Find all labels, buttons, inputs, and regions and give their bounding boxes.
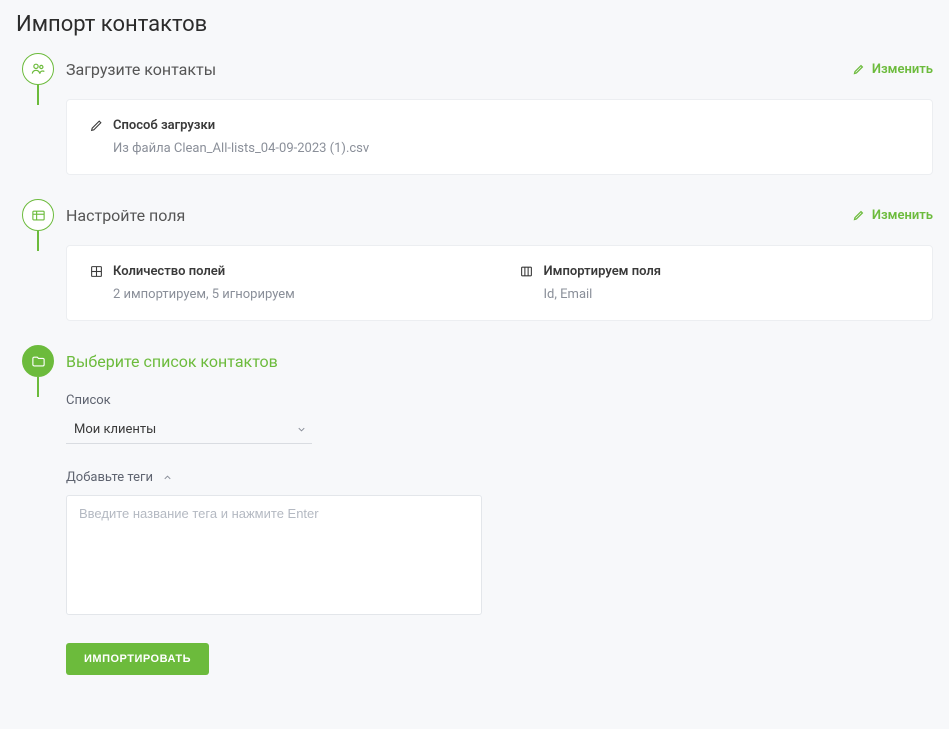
edit-icon bbox=[852, 208, 866, 222]
fields-summary-card: Количество полей 2 импортируем, 5 игнори… bbox=[66, 245, 933, 321]
columns-icon bbox=[520, 265, 534, 279]
step-rail bbox=[16, 199, 60, 251]
tags-input[interactable] bbox=[79, 506, 469, 521]
chevron-up-icon bbox=[161, 471, 175, 485]
import-button[interactable]: ИМПОРТИРОВАТЬ bbox=[66, 643, 209, 675]
folder-icon bbox=[22, 345, 54, 377]
tags-toggle[interactable]: Добавьте теги bbox=[66, 470, 933, 485]
step-connector bbox=[37, 85, 39, 105]
change-label: Изменить bbox=[872, 62, 933, 77]
step-connector bbox=[37, 231, 39, 251]
import-steps: Загрузите контакты Изменить bbox=[16, 53, 933, 699]
edit-icon bbox=[852, 62, 866, 76]
fields-import-value: Id, Email bbox=[520, 287, 911, 302]
step-upload: Загрузите контакты Изменить bbox=[16, 53, 933, 199]
tags-box[interactable] bbox=[66, 495, 482, 615]
fields-count-value: 2 импортируем, 5 игнорируем bbox=[89, 287, 480, 302]
step-rail bbox=[16, 345, 60, 397]
step-list: Выберите список контактов Список Мои кли… bbox=[16, 345, 933, 699]
list-select-label: Список bbox=[66, 393, 933, 408]
page-title: Импорт контактов bbox=[16, 12, 933, 37]
step-fields-title: Настройте поля bbox=[66, 206, 185, 225]
form-icon bbox=[22, 199, 54, 231]
change-fields-button[interactable]: Изменить bbox=[852, 208, 933, 223]
step-connector bbox=[37, 377, 39, 397]
tags-toggle-label: Добавьте теги bbox=[66, 470, 153, 485]
pencil-icon bbox=[89, 119, 103, 133]
users-icon bbox=[22, 53, 54, 85]
list-select[interactable]: Мои клиенты bbox=[66, 416, 312, 444]
upload-method-label: Способ загрузки bbox=[113, 118, 215, 133]
list-select-value: Мои клиенты bbox=[74, 422, 156, 437]
change-label: Изменить bbox=[872, 208, 933, 223]
fields-count-label: Количество полей bbox=[113, 264, 225, 279]
step-fields: Настройте поля Изменить bbox=[16, 199, 933, 345]
upload-method-value: Из файла Clean_All-lists_04-09-2023 (1).… bbox=[89, 141, 910, 156]
change-upload-button[interactable]: Изменить bbox=[852, 62, 933, 77]
step-list-title: Выберите список контактов bbox=[66, 352, 278, 371]
fields-import-label: Импортируем поля bbox=[544, 264, 662, 279]
upload-summary-card: Способ загрузки Из файла Clean_All-lists… bbox=[66, 99, 933, 175]
step-rail bbox=[16, 53, 60, 105]
step-upload-title: Загрузите контакты bbox=[66, 60, 216, 79]
grid-icon bbox=[89, 265, 103, 279]
chevron-down-icon bbox=[294, 423, 308, 437]
